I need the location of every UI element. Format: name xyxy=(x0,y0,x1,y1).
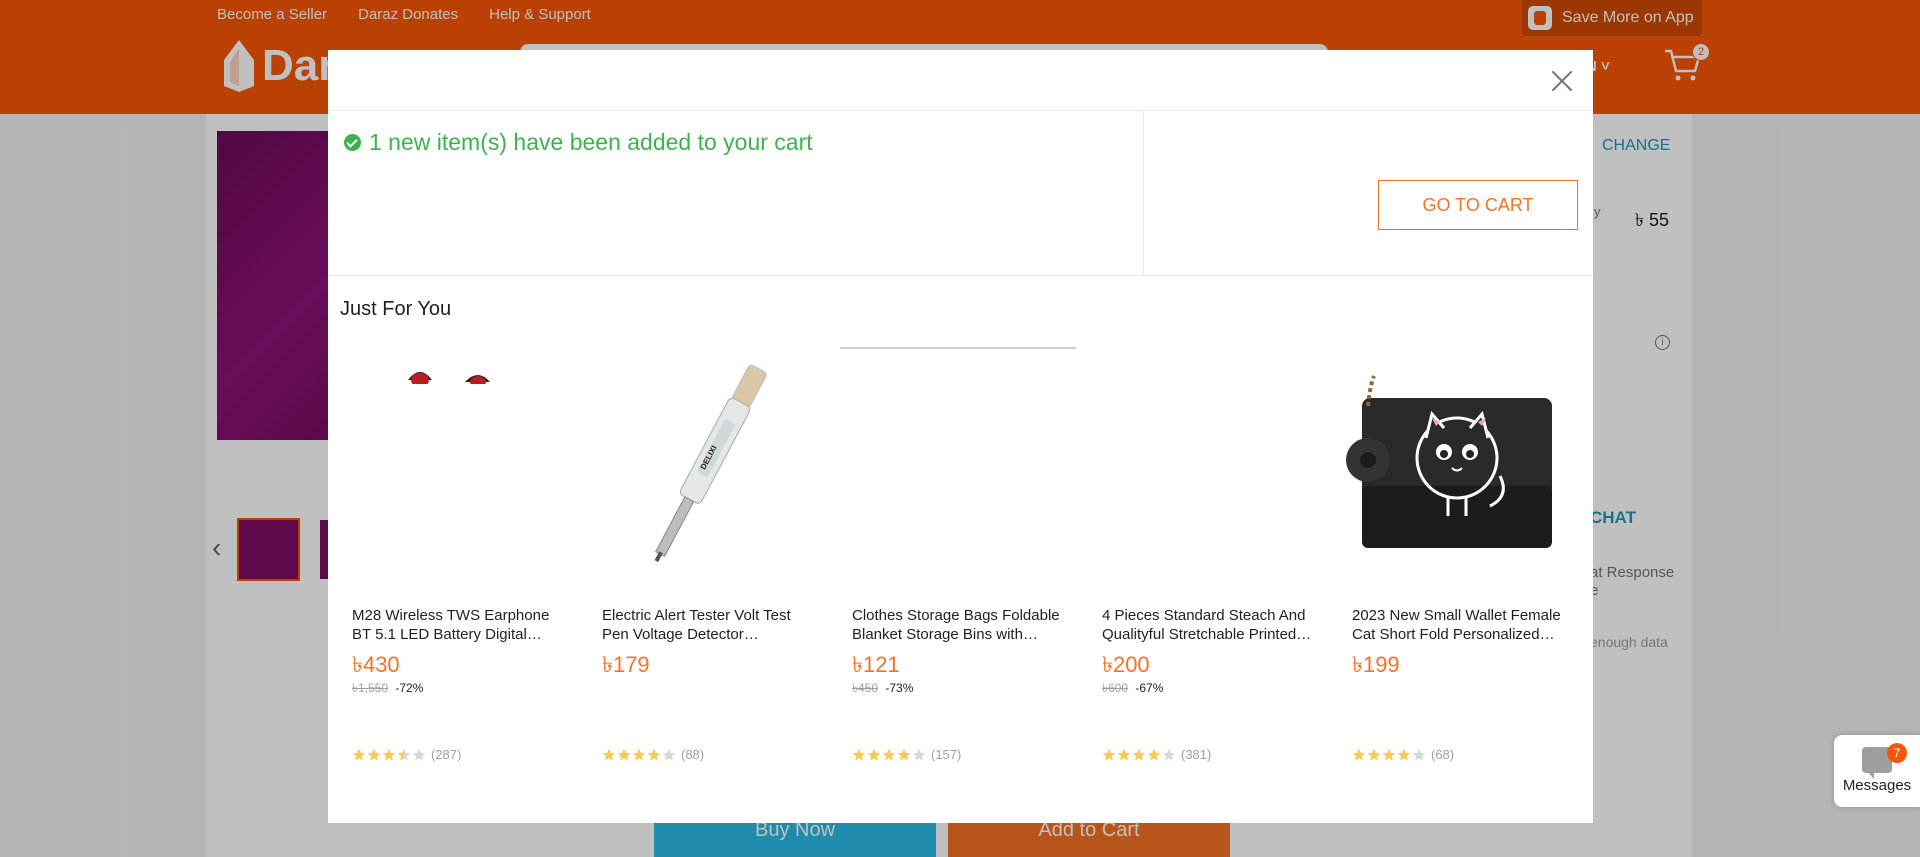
star-icon xyxy=(912,748,926,761)
product-original-price: ৳600 -67% xyxy=(1102,680,1163,700)
product-name: 4 Pieces Standard Steach And Qualityful … xyxy=(1102,607,1306,643)
star-icon xyxy=(1117,748,1131,761)
product-list: M28 Wireless TWS Earphone BT 5.1 LED Bat… xyxy=(340,346,1590,816)
discount: -73% xyxy=(885,681,914,695)
added-to-cart-modal: 1 new item(s) have been added to your ca… xyxy=(328,50,1593,823)
star-icon xyxy=(367,748,381,761)
star-icon xyxy=(882,748,896,761)
discount: -72% xyxy=(395,681,424,695)
star-icon xyxy=(352,748,366,761)
product-image-storage-bag xyxy=(840,346,1076,582)
messages-label: Messages xyxy=(1842,777,1912,794)
close-icon[interactable] xyxy=(1547,66,1577,96)
product-card[interactable]: DELIXI Electric Alert Tester Volt Test P… xyxy=(590,346,840,816)
discount: -67% xyxy=(1135,681,1164,695)
added-message-panel: 1 new item(s) have been added to your ca… xyxy=(328,111,1144,275)
product-rating: (381) xyxy=(1102,747,1211,762)
star-icon xyxy=(1367,748,1381,761)
star-rating-icon xyxy=(852,748,927,762)
original-price: ৳1,550 xyxy=(352,681,389,695)
rating-count: (287) xyxy=(431,747,462,762)
product-name: Electric Alert Tester Volt Test Pen Volt… xyxy=(602,607,791,643)
star-icon xyxy=(1147,748,1161,761)
product-price: ৳199 xyxy=(1352,652,1400,677)
just-for-you-title: Just For You xyxy=(340,298,452,320)
star-icon xyxy=(1412,748,1426,761)
star-icon xyxy=(412,748,426,761)
added-message: 1 new item(s) have been added to your ca… xyxy=(344,129,813,156)
product-rating: (68) xyxy=(1352,747,1454,762)
star-icon xyxy=(897,748,911,761)
product-rating: (157) xyxy=(852,747,961,762)
rating-count: (381) xyxy=(1181,747,1212,762)
star-icon xyxy=(632,748,646,761)
star-icon xyxy=(1352,748,1366,761)
original-price: ৳600 xyxy=(1102,681,1128,695)
star-icon xyxy=(1382,748,1396,761)
messages-widget[interactable]: Messages xyxy=(1834,735,1920,807)
product-card[interactable]: 4 Pieces Standard Steach And Qualityful … xyxy=(1090,346,1340,816)
divider xyxy=(328,275,1593,276)
product-image-covers xyxy=(1090,346,1326,582)
star-icon xyxy=(1162,748,1176,761)
product-rating: (88) xyxy=(602,747,704,762)
product-name: M28 Wireless TWS Earphone BT 5.1 LED Bat… xyxy=(352,607,550,643)
star-icon xyxy=(382,748,396,761)
product-name: Clothes Storage Bags Foldable Blanket St… xyxy=(852,607,1060,643)
star-rating-icon xyxy=(352,748,427,762)
product-rating: (287) xyxy=(352,747,461,762)
product-name: 2023 New Small Wallet Female Cat Short F… xyxy=(1352,607,1561,643)
product-image-earphone xyxy=(340,346,576,582)
rating-count: (88) xyxy=(681,747,705,762)
added-message-text: 1 new item(s) have been added to your ca… xyxy=(369,129,813,155)
original-price: ৳450 xyxy=(852,681,878,695)
product-card[interactable]: 2023 New Small Wallet Female Cat Short F… xyxy=(1340,346,1590,816)
product-price: ৳179 xyxy=(602,652,650,677)
go-to-cart-button[interactable]: GO TO CART xyxy=(1378,180,1578,230)
product-card[interactable]: M28 Wireless TWS Earphone BT 5.1 LED Bat… xyxy=(340,346,590,816)
star-rating-icon xyxy=(1352,748,1427,762)
messages-count-badge: 7 xyxy=(1887,743,1907,763)
product-image-tester-pen: DELIXI xyxy=(590,346,826,582)
star-rating-icon xyxy=(1102,748,1177,762)
rating-count: (157) xyxy=(931,747,962,762)
star-icon xyxy=(1132,748,1146,761)
rating-count: (68) xyxy=(1431,747,1455,762)
star-icon xyxy=(647,748,661,761)
star-icon xyxy=(852,748,866,761)
star-icon xyxy=(1397,748,1411,761)
star-icon xyxy=(662,748,676,761)
star-rating-icon xyxy=(602,748,677,762)
star-icon xyxy=(1102,748,1116,761)
check-circle-icon xyxy=(344,134,361,151)
product-original-price: ৳1,550 -72% xyxy=(352,680,423,700)
star-icon xyxy=(602,748,616,761)
product-original-price: ৳450 -73% xyxy=(852,680,913,700)
star-icon xyxy=(867,748,881,761)
product-card[interactable]: Clothes Storage Bags Foldable Blanket St… xyxy=(840,346,1090,816)
star-icon xyxy=(397,748,411,761)
star-icon xyxy=(617,748,631,761)
product-image-cat-wallet xyxy=(1340,346,1576,582)
